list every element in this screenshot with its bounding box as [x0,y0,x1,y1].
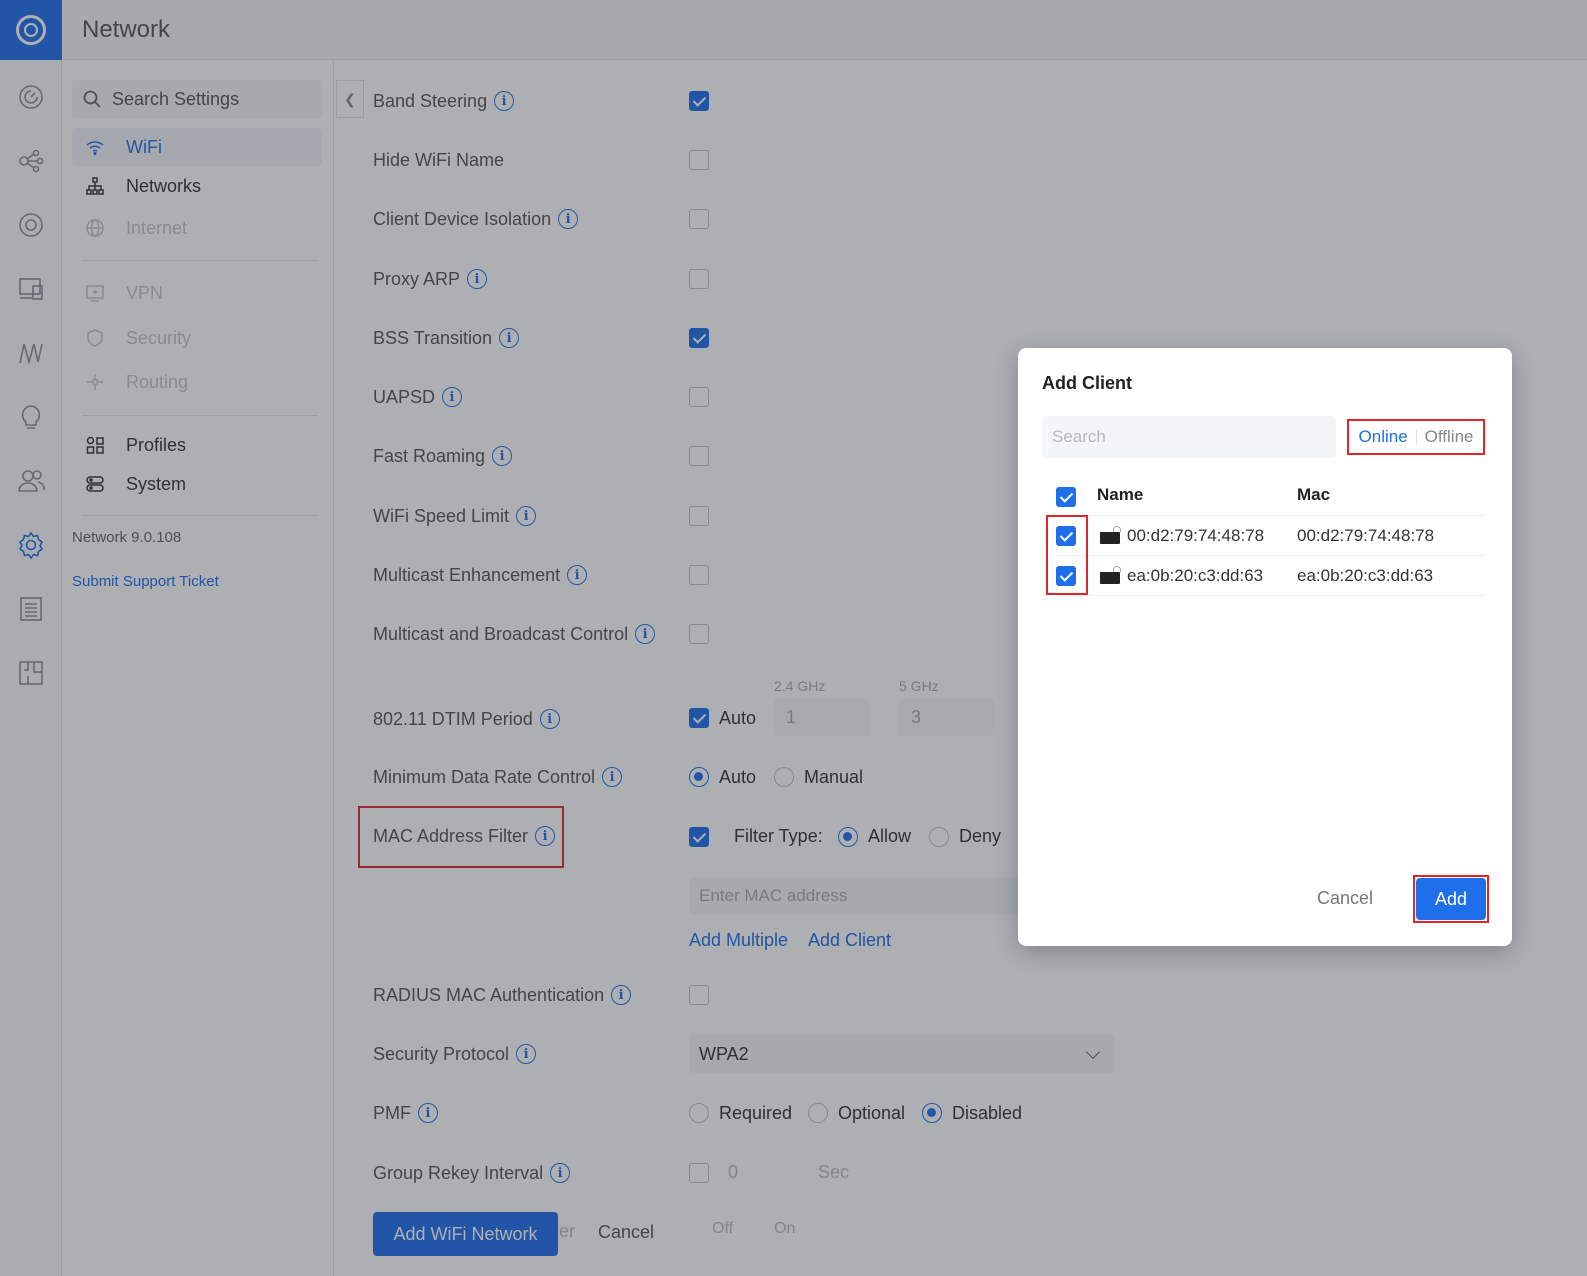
header-divider [1056,515,1486,516]
dialog-title: Add Client [1042,373,1132,393]
row-checkboxes-highlight [1046,515,1088,595]
select-all-checkbox[interactable] [1056,487,1076,507]
client-name: 00:d2:79:74:48:78 [1127,526,1265,545]
column-header-mac: Mac [1297,485,1331,504]
dialog-cancel-button[interactable]: Cancel [1317,888,1373,909]
client-mac: ea:0b:20:c3:dd:63 [1297,566,1434,585]
client-mac: 00:d2:79:74:48:78 [1297,526,1435,545]
add-button-highlight [1413,875,1489,923]
row-divider [1056,555,1486,556]
column-header-name: Name [1097,485,1144,504]
add-client-dialog: Add Client Online Offline Name Mac 00:d2… [1018,348,1512,946]
camera-device-icon [1100,526,1122,544]
camera-device-icon [1100,566,1122,584]
client-search-input[interactable] [1042,416,1336,458]
tabs-highlight [1347,419,1485,455]
row-divider [1056,595,1486,596]
client-name: ea:0b:20:c3:dd:63 [1127,566,1264,585]
